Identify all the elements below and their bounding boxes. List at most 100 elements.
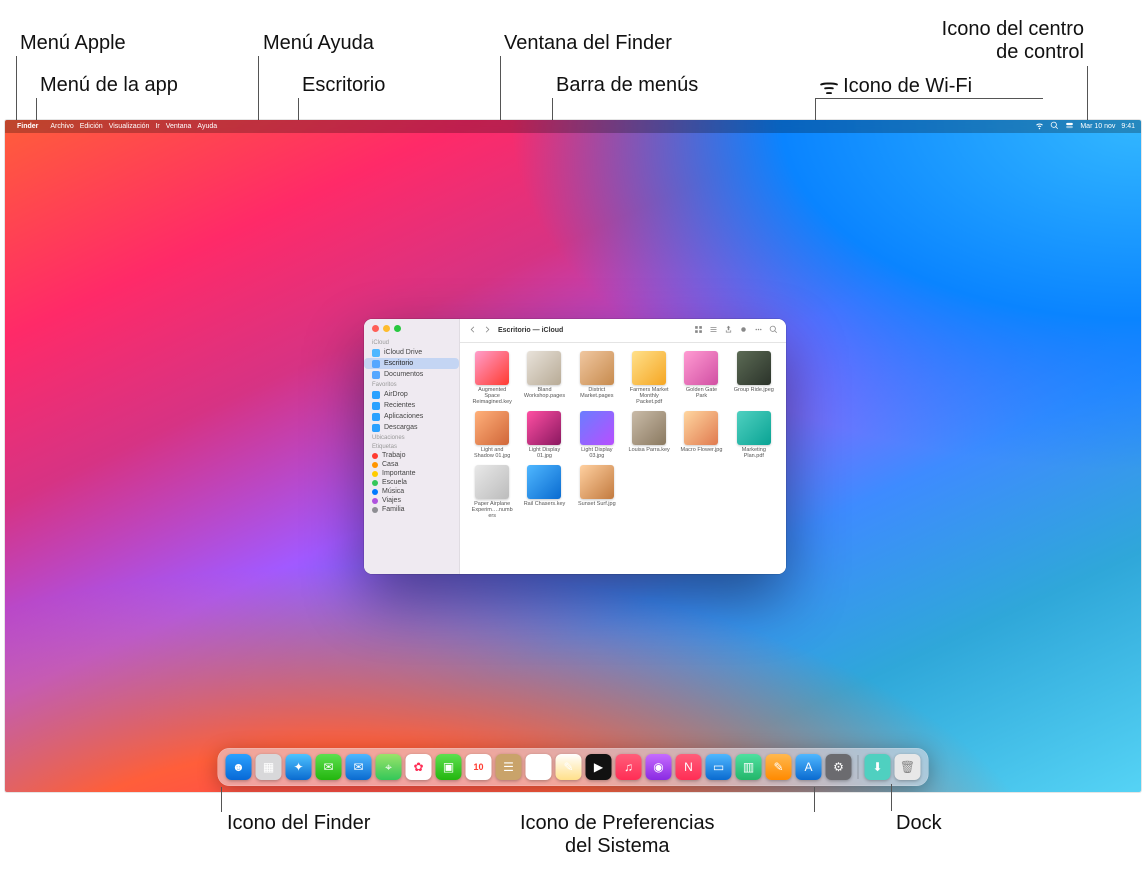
window-zoom-button[interactable] [394,325,401,332]
app-menu[interactable]: Finder [17,123,38,130]
tag-dot-icon [372,471,378,477]
file-item[interactable]: Light Display 03.jpg [573,411,621,459]
sidebar-item-label: iCloud Drive [384,349,422,356]
file-item[interactable]: Marketing Plan.pdf [730,411,778,459]
dock-app-keynote[interactable]: ▭ [706,754,732,780]
sidebar-item-label: Descargas [384,424,417,431]
file-item[interactable]: Augmented Space Reimagined.key [468,351,516,405]
search-button[interactable] [769,325,778,336]
sidebar-tag[interactable]: Viajes [364,496,459,505]
action-button[interactable] [754,325,763,336]
file-name: Augmented Space Reimagined.key [470,387,514,405]
file-item[interactable]: Louisa Parra.key [625,411,673,459]
sidebar-item[interactable]: AirDrop [364,389,459,400]
dock-app-finder[interactable]: ☻ [226,754,252,780]
file-thumb-icon [475,411,509,445]
file-thumb-icon [632,351,666,385]
menubar-time[interactable]: 9:41 [1121,123,1135,130]
menu-ventana[interactable]: Ventana [166,123,192,130]
dock-app-mail[interactable]: ✉ [346,754,372,780]
menubar-date[interactable]: Mar 10 nov [1080,123,1115,130]
dock-app-mensajes[interactable]: ✉ [316,754,342,780]
spotlight-icon[interactable] [1050,121,1059,132]
sidebar-item-label: Recientes [384,402,415,409]
dock-app-notas[interactable]: ✎ [556,754,582,780]
file-item[interactable]: Macro Flower.jpg [677,411,725,459]
window-close-button[interactable] [372,325,379,332]
dock-app-facetime[interactable]: ▣ [436,754,462,780]
dock-app-news[interactable]: N [676,754,702,780]
menu-archivo[interactable]: Archivo [50,123,73,130]
sidebar-tag[interactable]: Importante [364,469,459,478]
file-thumb-icon [684,351,718,385]
dock-app-fotos[interactable]: ✿ [406,754,432,780]
dock-app-descargas[interactable]: ⬇ [865,754,891,780]
share-button[interactable] [724,325,733,336]
menu-ir[interactable]: Ir [155,123,159,130]
dock-app-app-store[interactable]: A [796,754,822,780]
sidebar-item[interactable]: Aplicaciones [364,411,459,422]
callout-finder-window: Ventana del Finder [504,32,672,55]
dock-app-podcasts[interactable]: ◉ [646,754,672,780]
file-name: Louisa Parra.key [629,447,670,453]
sidebar-item[interactable]: Escritorio [364,358,459,369]
menu-ayuda[interactable]: Ayuda [197,123,217,130]
sidebar-tag[interactable]: Familia [364,505,459,514]
view-icons-button[interactable] [694,325,703,336]
dock-app-launchpad[interactable]: ▦ [256,754,282,780]
window-minimize-button[interactable] [383,325,390,332]
sidebar-tag[interactable]: Trabajo [364,451,459,460]
nav-back-button[interactable] [468,325,477,336]
file-item[interactable]: Golden Gate Park [677,351,725,405]
callout-sysprefs-icon: Icono de Preferencias del Sistema [520,812,715,858]
sidebar-tag[interactable]: Escuela [364,478,459,487]
finder-window: iCloudiCloud DriveEscritorioDocumentosFa… [364,319,786,574]
menu-edición[interactable]: Edición [80,123,103,130]
wifi-status-icon[interactable] [1035,121,1044,132]
sidebar-item[interactable]: Recientes [364,400,459,411]
dock: ☻▦✦✉✉⌖✿▣10☰☰✎▶♫◉N▭▥✎A⚙⬇🗑 [218,748,929,786]
file-thumb-icon [475,351,509,385]
dock-app-música[interactable]: ♫ [616,754,642,780]
dock-app-safari[interactable]: ✦ [286,754,312,780]
file-item[interactable]: District Market.pages [573,351,621,405]
dock-app-contactos[interactable]: ☰ [496,754,522,780]
dock-app-prefs-sistema[interactable]: ⚙ [826,754,852,780]
file-item[interactable]: Group Ride.jpeg [730,351,778,405]
control-center-icon[interactable] [1065,121,1074,132]
file-name: Marketing Plan.pdf [732,447,776,459]
dock-app-papelera[interactable]: 🗑 [895,754,921,780]
file-item[interactable]: Light Display 01.jpg [520,411,568,459]
file-name: Paper Airplane Experim….numbers [470,501,514,519]
nav-forward-button[interactable] [483,325,492,336]
sidebar-heading: Etiquetas [364,442,459,451]
sidebar-item[interactable]: iCloud Drive [364,347,459,358]
callout-apple-menu: Menú Apple [20,32,126,55]
dock-app-recordatorios[interactable]: ☰ [526,754,552,780]
file-item[interactable]: Sunset Surf.jpg [573,465,621,519]
file-item[interactable]: Paper Airplane Experim….numbers [468,465,516,519]
sidebar-tag[interactable]: Casa [364,460,459,469]
file-item[interactable]: Bland Workshop.pages [520,351,568,405]
finder-file-grid: Augmented Space Reimagined.key Bland Work… [460,343,786,574]
menu-visualización[interactable]: Visualización [109,123,150,130]
file-name: Rail Chasers.key [524,501,566,507]
dock-app-tv[interactable]: ▶ [586,754,612,780]
finder-toolbar: Escritorio — iCloud [460,319,786,343]
dock-app-numbers[interactable]: ▥ [736,754,762,780]
file-item[interactable]: Light and Shadow 01.jpg [468,411,516,459]
sidebar-item[interactable]: Descargas [364,422,459,433]
dock-app-pages[interactable]: ✎ [766,754,792,780]
tags-button[interactable] [739,325,748,336]
group-button[interactable] [709,325,718,336]
file-item[interactable]: Farmers Market Monthly Packet.pdf [625,351,673,405]
sidebar-tag-label: Viajes [382,497,401,504]
sidebar-tag[interactable]: Música [364,487,459,496]
dock-app-calendario[interactable]: 10 [466,754,492,780]
sidebar-tag-label: Casa [382,461,398,468]
sidebar-item[interactable]: Documentos [364,369,459,380]
dock-app-mapas[interactable]: ⌖ [376,754,402,780]
file-name: Golden Gate Park [679,387,723,399]
file-item[interactable]: Rail Chasers.key [520,465,568,519]
download-icon [372,424,380,432]
